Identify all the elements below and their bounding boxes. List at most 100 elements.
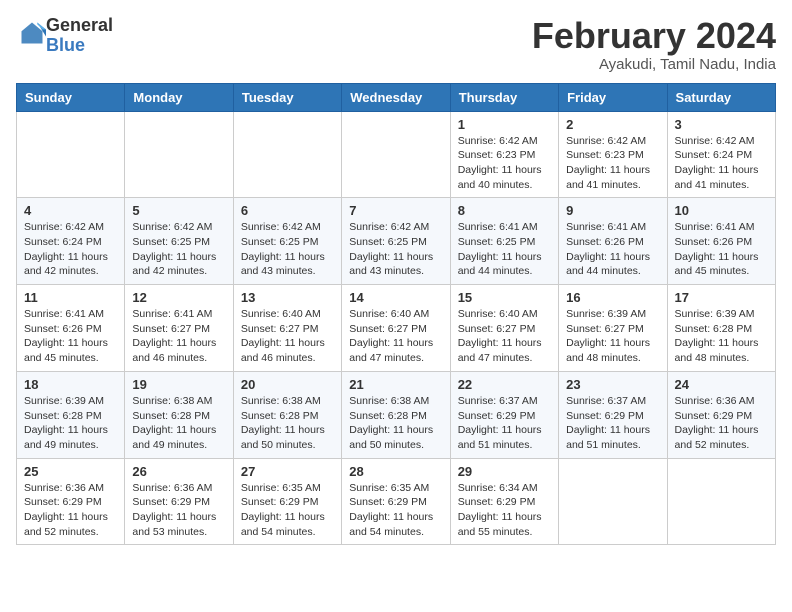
calendar-week-1: 1 Sunrise: 6:42 AMSunset: 6:23 PMDaylight… [17, 111, 776, 198]
month-title: February 2024 [532, 16, 776, 56]
calendar-cell: 16Sunrise: 6:39 AMSunset: 6:27 PMDayligh… [559, 285, 667, 372]
calendar-body: 1 Sunrise: 6:42 AMSunset: 6:23 PMDaylight… [17, 111, 776, 545]
calendar-week-4: 18 Sunrise: 6:39 AMSunset: 6:28 PMDayligh… [17, 371, 776, 458]
day-number: 27 [241, 464, 334, 479]
logo-blue-text: Blue [46, 35, 85, 55]
calendar-cell: 9 Sunrise: 6:41 AMSunset: 6:26 PMDaylight… [559, 198, 667, 285]
calendar-cell: 27 Sunrise: 6:35 AMSunset: 6:29 PMDayligh… [233, 458, 341, 545]
day-number: 23 [566, 377, 659, 392]
cell-info: Sunrise: 6:41 AMSunset: 6:26 PMDaylight:… [566, 220, 659, 279]
cell-info: Sunrise: 6:38 AMSunset: 6:28 PMDaylight:… [241, 394, 334, 453]
day-number: 9 [566, 203, 659, 218]
calendar-header-row: SundayMondayTuesdayWednesdayThursdayFrid… [17, 83, 776, 111]
calendar-cell: 19Sunrise: 6:38 AMSunset: 6:28 PMDayligh… [125, 371, 233, 458]
calendar-cell: 8 Sunrise: 6:41 AMSunset: 6:25 PMDaylight… [450, 198, 558, 285]
day-number: 1 [458, 117, 551, 132]
calendar-cell: 26 Sunrise: 6:36 AMSunset: 6:29 PMDayligh… [125, 458, 233, 545]
calendar-cell: 17Sunrise: 6:39 AMSunset: 6:28 PMDayligh… [667, 285, 775, 372]
calendar-cell: 25Sunrise: 6:36 AMSunset: 6:29 PMDayligh… [17, 458, 125, 545]
day-number: 29 [458, 464, 551, 479]
calendar-cell: 23 Sunrise: 6:37 AMSunset: 6:29 PMDayligh… [559, 371, 667, 458]
day-number: 3 [675, 117, 768, 132]
day-header-friday: Friday [559, 83, 667, 111]
cell-info: Sunrise: 6:36 AMSunset: 6:29 PMDaylight:… [132, 481, 225, 540]
day-number: 12 [132, 290, 225, 305]
calendar-cell: 15Sunrise: 6:40 AMSunset: 6:27 PMDayligh… [450, 285, 558, 372]
cell-info: Sunrise: 6:37 AMSunset: 6:29 PMDaylight:… [458, 394, 551, 453]
cell-info: Sunrise: 6:42 AMSunset: 6:23 PMDaylight:… [458, 134, 551, 193]
day-number: 21 [349, 377, 442, 392]
day-number: 19 [132, 377, 225, 392]
calendar-week-2: 4 Sunrise: 6:42 AMSunset: 6:24 PMDaylight… [17, 198, 776, 285]
location-subtitle: Ayakudi, Tamil Nadu, India [532, 56, 776, 73]
day-number: 20 [241, 377, 334, 392]
calendar-cell: 1 Sunrise: 6:42 AMSunset: 6:23 PMDaylight… [450, 111, 558, 198]
cell-info: Sunrise: 6:36 AMSunset: 6:29 PMDaylight:… [675, 394, 768, 453]
calendar-cell: 20 Sunrise: 6:38 AMSunset: 6:28 PMDayligh… [233, 371, 341, 458]
cell-info: Sunrise: 6:42 AMSunset: 6:23 PMDaylight:… [566, 134, 659, 193]
calendar-cell: 21 Sunrise: 6:38 AMSunset: 6:28 PMDayligh… [342, 371, 450, 458]
cell-info: Sunrise: 6:42 AMSunset: 6:24 PMDaylight:… [24, 220, 117, 279]
calendar-cell: 4 Sunrise: 6:42 AMSunset: 6:24 PMDaylight… [17, 198, 125, 285]
calendar-cell: 28Sunrise: 6:35 AMSunset: 6:29 PMDayligh… [342, 458, 450, 545]
day-number: 4 [24, 203, 117, 218]
cell-info: Sunrise: 6:40 AMSunset: 6:27 PMDaylight:… [241, 307, 334, 366]
day-header-tuesday: Tuesday [233, 83, 341, 111]
day-number: 6 [241, 203, 334, 218]
calendar-cell [125, 111, 233, 198]
day-header-sunday: Sunday [17, 83, 125, 111]
calendar-cell: 18 Sunrise: 6:39 AMSunset: 6:28 PMDayligh… [17, 371, 125, 458]
calendar-cell: 7 Sunrise: 6:42 AMSunset: 6:25 PMDaylight… [342, 198, 450, 285]
calendar-cell [667, 458, 775, 545]
day-number: 7 [349, 203, 442, 218]
cell-info: Sunrise: 6:40 AMSunset: 6:27 PMDaylight:… [349, 307, 442, 366]
calendar-cell: 2 Sunrise: 6:42 AMSunset: 6:23 PMDaylight… [559, 111, 667, 198]
day-number: 13 [241, 290, 334, 305]
calendar-week-3: 11 Sunrise: 6:41 AMSunset: 6:26 PMDayligh… [17, 285, 776, 372]
logo-icon [18, 19, 46, 47]
day-header-saturday: Saturday [667, 83, 775, 111]
cell-info: Sunrise: 6:42 AMSunset: 6:25 PMDaylight:… [349, 220, 442, 279]
calendar-cell: 12 Sunrise: 6:41 AMSunset: 6:27 PMDayligh… [125, 285, 233, 372]
logo-general-text: General [46, 15, 113, 35]
cell-info: Sunrise: 6:34 AMSunset: 6:29 PMDaylight:… [458, 481, 551, 540]
day-number: 14 [349, 290, 442, 305]
cell-info: Sunrise: 6:41 AMSunset: 6:26 PMDaylight:… [24, 307, 117, 366]
day-number: 17 [675, 290, 768, 305]
cell-info: Sunrise: 6:41 AMSunset: 6:27 PMDaylight:… [132, 307, 225, 366]
day-number: 10 [675, 203, 768, 218]
calendar-cell [17, 111, 125, 198]
cell-info: Sunrise: 6:37 AMSunset: 6:29 PMDaylight:… [566, 394, 659, 453]
cell-info: Sunrise: 6:42 AMSunset: 6:25 PMDaylight:… [132, 220, 225, 279]
calendar-cell [342, 111, 450, 198]
day-header-thursday: Thursday [450, 83, 558, 111]
calendar-cell: 10 Sunrise: 6:41 AMSunset: 6:26 PMDayligh… [667, 198, 775, 285]
day-number: 15 [458, 290, 551, 305]
cell-info: Sunrise: 6:42 AMSunset: 6:25 PMDaylight:… [241, 220, 334, 279]
day-number: 22 [458, 377, 551, 392]
calendar-cell: 24 Sunrise: 6:36 AMSunset: 6:29 PMDayligh… [667, 371, 775, 458]
logo: General Blue [16, 16, 113, 56]
cell-info: Sunrise: 6:41 AMSunset: 6:25 PMDaylight:… [458, 220, 551, 279]
calendar-cell [559, 458, 667, 545]
page-header: General Blue February 2024 Ayakudi, Tami… [16, 16, 776, 73]
calendar-cell: 13 Sunrise: 6:40 AMSunset: 6:27 PMDayligh… [233, 285, 341, 372]
day-number: 18 [24, 377, 117, 392]
day-number: 2 [566, 117, 659, 132]
cell-info: Sunrise: 6:39 AMSunset: 6:28 PMDaylight:… [24, 394, 117, 453]
day-number: 16 [566, 290, 659, 305]
day-number: 25 [24, 464, 117, 479]
day-number: 11 [24, 290, 117, 305]
title-block: February 2024 Ayakudi, Tamil Nadu, India [532, 16, 776, 73]
calendar-cell: 6 Sunrise: 6:42 AMSunset: 6:25 PMDaylight… [233, 198, 341, 285]
day-number: 26 [132, 464, 225, 479]
calendar-cell [233, 111, 341, 198]
day-number: 8 [458, 203, 551, 218]
cell-info: Sunrise: 6:38 AMSunset: 6:28 PMDaylight:… [349, 394, 442, 453]
calendar-table: SundayMondayTuesdayWednesdayThursdayFrid… [16, 83, 776, 546]
calendar-week-5: 25 Sunrise: 6:36 AMSunset: 6:29 PMDayligh… [17, 458, 776, 545]
cell-info: Sunrise: 6:35 AMSunset: 6:29 PMDaylight:… [241, 481, 334, 540]
calendar-cell: 11 Sunrise: 6:41 AMSunset: 6:26 PMDayligh… [17, 285, 125, 372]
day-number: 24 [675, 377, 768, 392]
cell-info: Sunrise: 6:41 AMSunset: 6:26 PMDaylight:… [675, 220, 768, 279]
